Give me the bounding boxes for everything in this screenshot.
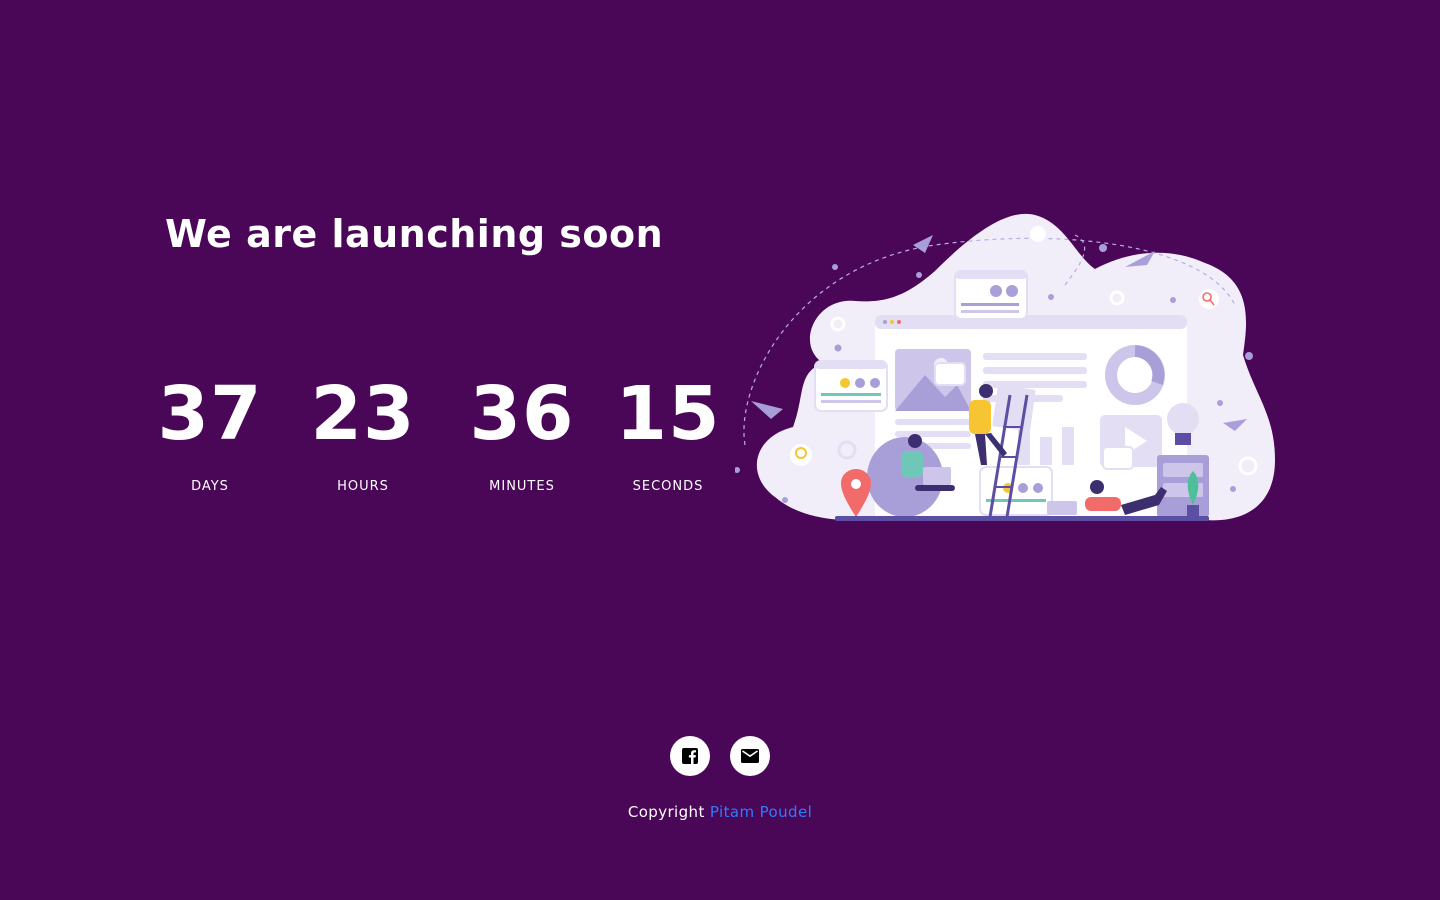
countdown-minutes: 36 MINUTES — [457, 372, 587, 496]
facebook-button[interactable] — [670, 736, 710, 776]
countdown-days: 37 DAYS — [145, 372, 275, 496]
countdown-hours: 23 HOURS — [298, 372, 428, 496]
email-icon — [741, 749, 759, 763]
page-title: We are launching soon — [165, 212, 664, 256]
facebook-icon — [682, 748, 698, 764]
author-link[interactable]: Pitam Poudel — [710, 803, 812, 821]
countdown-minutes-value: 36 — [469, 371, 575, 457]
countdown-days-value: 37 — [157, 371, 263, 457]
countdown-hours-value: 23 — [310, 371, 416, 457]
countdown-seconds: 15 SECONDS — [603, 372, 733, 496]
countdown-seconds-value: 15 — [615, 371, 721, 457]
footer-copyright: Copyright Pitam Poudel — [0, 802, 1440, 822]
coming-soon-page: We are launching soon 37 DAYS 23 HOURS 3… — [0, 0, 1440, 900]
countdown-hours-label: HOURS — [337, 479, 389, 494]
countdown-minutes-label: MINUTES — [489, 479, 555, 494]
paper-plane-icon — [751, 401, 783, 419]
email-button[interactable] — [730, 736, 770, 776]
paper-plane-icon — [913, 235, 933, 253]
website-launch-illustration — [735, 213, 1275, 521]
countdown-seconds-label: SECONDS — [632, 479, 704, 494]
countdown-days-label: DAYS — [191, 479, 229, 494]
copyright-text: Copyright — [627, 803, 705, 821]
